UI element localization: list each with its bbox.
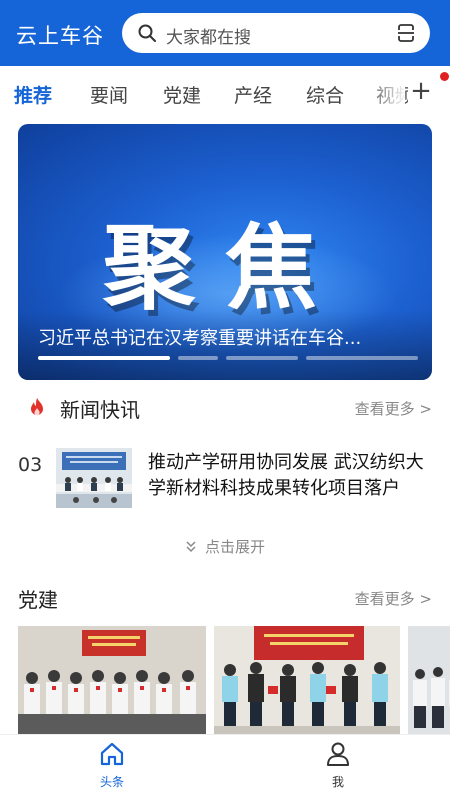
news-more-link[interactable]: 查看更多 > [355,398,432,419]
tab-economy[interactable]: 产经 [234,81,272,108]
banner-headline: 聚焦 [102,215,347,322]
flame-icon [31,398,43,416]
app-header: 云上车谷 大家都在搜 [0,0,450,66]
nav-item-me[interactable]: 我 [298,741,378,790]
scan-icon[interactable] [396,23,416,43]
bottom-nav: 头条 我 [0,734,450,800]
section-title-news: 新闻快讯 [60,398,140,422]
carousel-dot [178,356,218,360]
user-icon [327,742,349,766]
tab-general[interactable]: 综合 [306,81,344,108]
party-more-link[interactable]: 查看更多 > [355,588,432,609]
tab-headlines[interactable]: 要闻 [90,81,128,108]
search-icon [138,24,156,42]
nav-label-me: 我 [331,775,344,789]
search-placeholder: 大家都在搜 [166,28,251,48]
carousel-dot [38,356,170,360]
home-icon [100,742,124,766]
carousel-dot [226,356,298,360]
expand-label: 点击展开 [204,538,265,556]
news-thumbnail [56,448,132,508]
nav-label-home: 头条 [99,775,124,789]
expand-button[interactable]: 点击展开 [0,536,450,557]
tab-fade [365,66,405,122]
news-index: 03 [18,454,43,476]
party-photo-card[interactable] [18,626,206,736]
channel-tabs: 推荐 要闻 党建 产经 综合 视频 + [0,66,450,122]
section-title-party: 党建 [18,588,58,612]
notification-dot [440,72,449,81]
news-item[interactable]: 03 推动产学研用协同发展 武汉纺织大学新材料科技成果转化项目落户 [0,444,450,514]
party-photo-card[interactable] [408,626,450,736]
tab-recommend[interactable]: 推荐 [14,81,52,108]
party-photo-strip [18,626,450,736]
double-chevron-down-icon [186,541,196,553]
banner-caption: 习近平总书记在汉考察重要讲话在车谷... [38,328,362,349]
carousel-indicator [38,356,418,360]
carousel-dot [306,356,418,360]
nav-item-home[interactable]: 头条 [72,741,152,790]
plus-icon[interactable]: + [408,76,434,106]
news-flash-header: 新闻快讯 查看更多 > [0,388,450,428]
news-headline: 推动产学研用协同发展 武汉纺织大学新材料科技成果转化项目落户 [148,452,424,499]
party-photo-card[interactable] [214,626,400,736]
party-section-header: 党建 查看更多 > [0,578,450,618]
search-bar[interactable]: 大家都在搜 [122,13,430,53]
tab-party[interactable]: 党建 [163,81,201,108]
banner-carousel[interactable]: 聚焦 习近平总书记在汉考察重要讲话在车谷... [18,124,432,380]
app-title: 云上车谷 [16,24,104,48]
